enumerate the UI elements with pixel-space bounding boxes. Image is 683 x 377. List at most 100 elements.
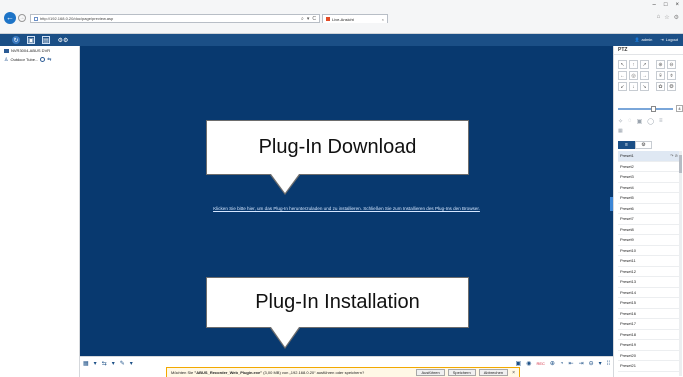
cancel-button[interactable]: Abbrechen xyxy=(478,369,509,376)
preset-label: Preset14 xyxy=(620,289,637,295)
logout-link[interactable]: ⇥ Logout xyxy=(660,37,678,42)
preset-item[interactable]: Preset18 xyxy=(618,330,680,340)
ptz-up-button[interactable]: ↑ xyxy=(629,60,638,69)
light-icon[interactable]: ✧ xyxy=(618,118,623,125)
maximize-icon[interactable]: □ xyxy=(664,2,668,8)
zoom-in-button[interactable]: ⊕ xyxy=(656,60,665,69)
preset-item[interactable]: Preset20 xyxy=(618,351,680,361)
back-button[interactable]: ← xyxy=(4,12,16,24)
plugin-download-link[interactable]: Klicken Sie bitte hier, um das Plug-In h… xyxy=(80,206,613,211)
preset-item[interactable]: Preset12 xyxy=(618,267,680,277)
refresh-live-button[interactable]: ↻ xyxy=(12,36,20,44)
record-icon[interactable]: ◉ xyxy=(526,360,531,367)
ptz-right-button[interactable]: → xyxy=(640,71,649,80)
focus-assist-icon[interactable]: ▣ xyxy=(637,118,643,125)
tab-presets[interactable]: ≡ xyxy=(618,141,635,149)
preset-item[interactable]: Preset11 xyxy=(618,256,680,267)
live-view-button[interactable]: ▣ xyxy=(27,36,35,44)
preset-scrollbar[interactable] xyxy=(679,151,682,376)
refresh-icon[interactable]: C xyxy=(312,16,316,22)
device-node[interactable]: NVR3004-ABUS DVR xyxy=(0,46,79,55)
preset-label: Preset9 xyxy=(620,237,634,243)
lens-init-icon[interactable]: ◯ xyxy=(647,118,654,125)
callout-download-arrow-fill xyxy=(271,174,299,193)
prev-icon[interactable]: ⇤ xyxy=(569,360,574,367)
camera-switch-icon[interactable]: ⇆ xyxy=(47,57,51,63)
preset-item[interactable]: Preset8 xyxy=(618,225,680,235)
download-notification-bar: Möchten Sie "ABUS_Recorder_Web_Plugin.ex… xyxy=(166,367,520,377)
focus-near-button[interactable]: ⌾ xyxy=(656,71,665,80)
ptz-left-button[interactable]: ← xyxy=(618,71,627,80)
notification-prefix: Möchten Sie xyxy=(171,370,195,375)
layout-dropdown-icon[interactable]: ▾ xyxy=(94,360,97,367)
preset-item[interactable]: Preset4 xyxy=(618,183,680,193)
preset-item[interactable]: Preset6 xyxy=(618,204,680,214)
speed-icon[interactable]: ◔ xyxy=(560,361,564,367)
stream-icon[interactable]: ⇆ xyxy=(102,360,107,367)
settings-icon[interactable]: ⚙ xyxy=(674,14,679,21)
microphone-dropdown-icon[interactable]: ▾ xyxy=(130,360,133,367)
preset-item[interactable]: Preset17 xyxy=(618,319,680,330)
rec-label[interactable]: REC xyxy=(536,361,544,366)
record-icon[interactable] xyxy=(40,57,46,62)
camera-node[interactable]: ♙ Outdoor Tube... ⇆ xyxy=(0,55,79,64)
fullscreen-icon[interactable]: ⁞⁞ xyxy=(607,361,610,367)
tab-title: Live-Ansicht xyxy=(332,16,354,22)
notification-close-icon[interactable]: × xyxy=(512,370,515,376)
minimize-icon[interactable]: – xyxy=(653,2,656,8)
ptz-down-button[interactable]: ↓ xyxy=(629,82,638,91)
microphone-icon[interactable]: ✎ xyxy=(120,360,125,367)
slider-thumb[interactable] xyxy=(651,106,656,112)
tab-patrols[interactable]: ⚙ xyxy=(635,141,652,149)
run-button[interactable]: Ausführen xyxy=(416,369,445,376)
preset-item[interactable]: Preset1 ↷ ⊘ xyxy=(618,151,680,162)
menu-icon[interactable]: ≡ xyxy=(659,118,663,125)
next-icon[interactable]: ⇥ xyxy=(579,360,584,367)
iris-close-button[interactable]: ❂ xyxy=(667,82,676,91)
wiper-icon[interactable]: ◌ xyxy=(628,118,632,125)
preset-label: Preset16 xyxy=(620,310,637,316)
home-icon[interactable]: ⌂ xyxy=(657,14,661,21)
stream-dropdown-icon[interactable]: ▾ xyxy=(112,360,115,367)
more-dropdown-icon[interactable]: ▾ xyxy=(599,360,602,367)
preset-label: Preset18 xyxy=(620,331,637,337)
browser-tab[interactable]: Live-Ansicht × xyxy=(322,14,388,23)
preset-item[interactable]: Preset21 xyxy=(618,361,680,372)
playback-button[interactable]: ▤ xyxy=(42,36,50,44)
preset-item[interactable]: Preset3 xyxy=(618,172,680,183)
ptz-extra-icon[interactable]: ▦ xyxy=(618,128,623,134)
user-menu[interactable]: 👤 admin xyxy=(635,37,653,42)
iris-open-button[interactable]: ✿ xyxy=(656,82,665,91)
focus-far-button[interactable]: ⌽ xyxy=(667,71,676,80)
ptz-auto-button[interactable]: ◎ xyxy=(629,71,638,80)
preset-item[interactable]: Preset2 xyxy=(618,162,680,172)
save-button[interactable]: Speichern xyxy=(447,369,476,376)
tab-close-icon[interactable]: × xyxy=(382,17,384,22)
preset-item[interactable]: Preset5 xyxy=(618,193,680,204)
ptz-speed-slider[interactable] xyxy=(618,106,673,112)
preset-item[interactable]: Preset15 xyxy=(618,298,680,309)
preset-item[interactable]: Preset13 xyxy=(618,277,680,288)
preset-item[interactable]: Preset10 xyxy=(618,246,680,256)
search-icon[interactable]: ⌕ xyxy=(301,16,304,22)
forward-button[interactable]: → xyxy=(18,14,26,22)
ptz-down-left-button[interactable]: ↙ xyxy=(618,82,627,91)
ptz-up-right-button[interactable]: ↗ xyxy=(640,60,649,69)
close-icon[interactable]: × xyxy=(675,2,679,8)
preset-item[interactable]: Preset14 xyxy=(618,288,680,298)
preset-item[interactable]: Preset16 xyxy=(618,309,680,319)
snapshot-icon[interactable]: ▣ xyxy=(516,360,522,367)
configuration-button[interactable]: ⚙⚙ xyxy=(57,36,69,44)
preset-item[interactable]: Preset9 xyxy=(618,235,680,246)
layout-icon[interactable]: ▦ xyxy=(83,360,89,367)
favorites-icon[interactable]: ☆ xyxy=(664,14,669,21)
ptz-down-right-button[interactable]: ↘ xyxy=(640,82,649,91)
address-bar[interactable]: http://192.168.0.20/doc/page/preview.asp… xyxy=(30,14,320,23)
dropdown-icon[interactable]: ▾ xyxy=(307,16,310,22)
preset-item[interactable]: Preset19 xyxy=(618,340,680,351)
zoom-out-button[interactable]: ⊖ xyxy=(667,60,676,69)
zoom-in-icon[interactable]: ⊕ xyxy=(550,360,555,367)
ptz-up-left-button[interactable]: ↖ xyxy=(618,60,627,69)
zoom-out-icon[interactable]: ⊖ xyxy=(589,360,594,367)
preset-item[interactable]: Preset7 xyxy=(618,214,680,225)
